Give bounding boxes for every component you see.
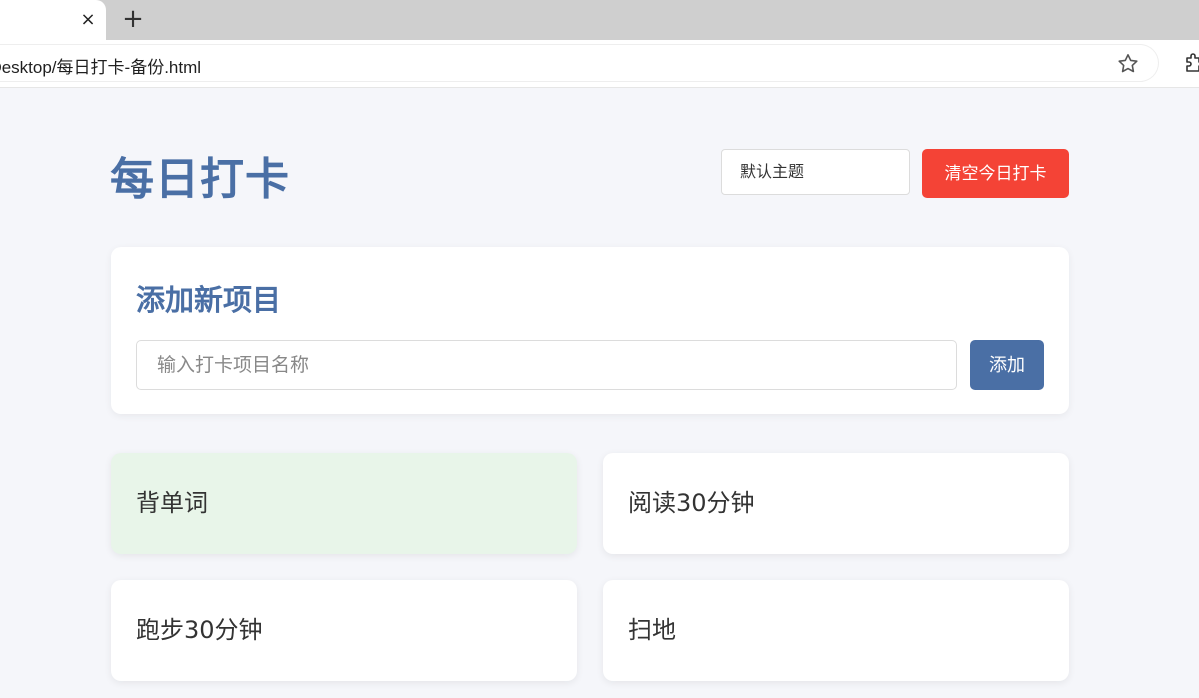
- add-button[interactable]: 添加: [970, 340, 1044, 390]
- item-name-input[interactable]: [136, 340, 957, 390]
- add-item-card: 添加新项目 添加: [111, 247, 1069, 414]
- checkin-item-label: 扫地: [628, 616, 676, 644]
- address-bar[interactable]: t/Desktop/每日打卡-备份.html: [0, 45, 1158, 81]
- theme-select[interactable]: 默认主题: [721, 149, 910, 195]
- checkin-item[interactable]: 背单词: [111, 453, 577, 554]
- add-section-title: 添加新项目: [136, 283, 282, 317]
- page-title: 每日打卡: [110, 154, 290, 205]
- checkin-item-label: 背单词: [136, 489, 208, 517]
- checkin-item-label: 跑步30分钟: [136, 616, 263, 644]
- close-tab-icon[interactable]: ×: [78, 9, 98, 31]
- checkin-item[interactable]: 阅读30分钟: [603, 453, 1069, 554]
- browser-tab[interactable]: ×: [0, 0, 106, 40]
- puzzle-icon[interactable]: [1183, 53, 1199, 75]
- new-tab-icon[interactable]: +: [121, 6, 145, 32]
- checkin-item[interactable]: 扫地: [603, 580, 1069, 681]
- checkin-item[interactable]: 跑步30分钟: [111, 580, 577, 681]
- browser-toolbar: t/Desktop/每日打卡-备份.html: [0, 40, 1199, 88]
- star-icon[interactable]: [1116, 52, 1140, 76]
- address-url[interactable]: t/Desktop/每日打卡-备份.html: [0, 53, 201, 78]
- clear-today-button[interactable]: 清空今日打卡: [922, 149, 1069, 198]
- checkin-item-label: 阅读30分钟: [628, 489, 755, 517]
- browser-tab-strip: × +: [0, 0, 1199, 40]
